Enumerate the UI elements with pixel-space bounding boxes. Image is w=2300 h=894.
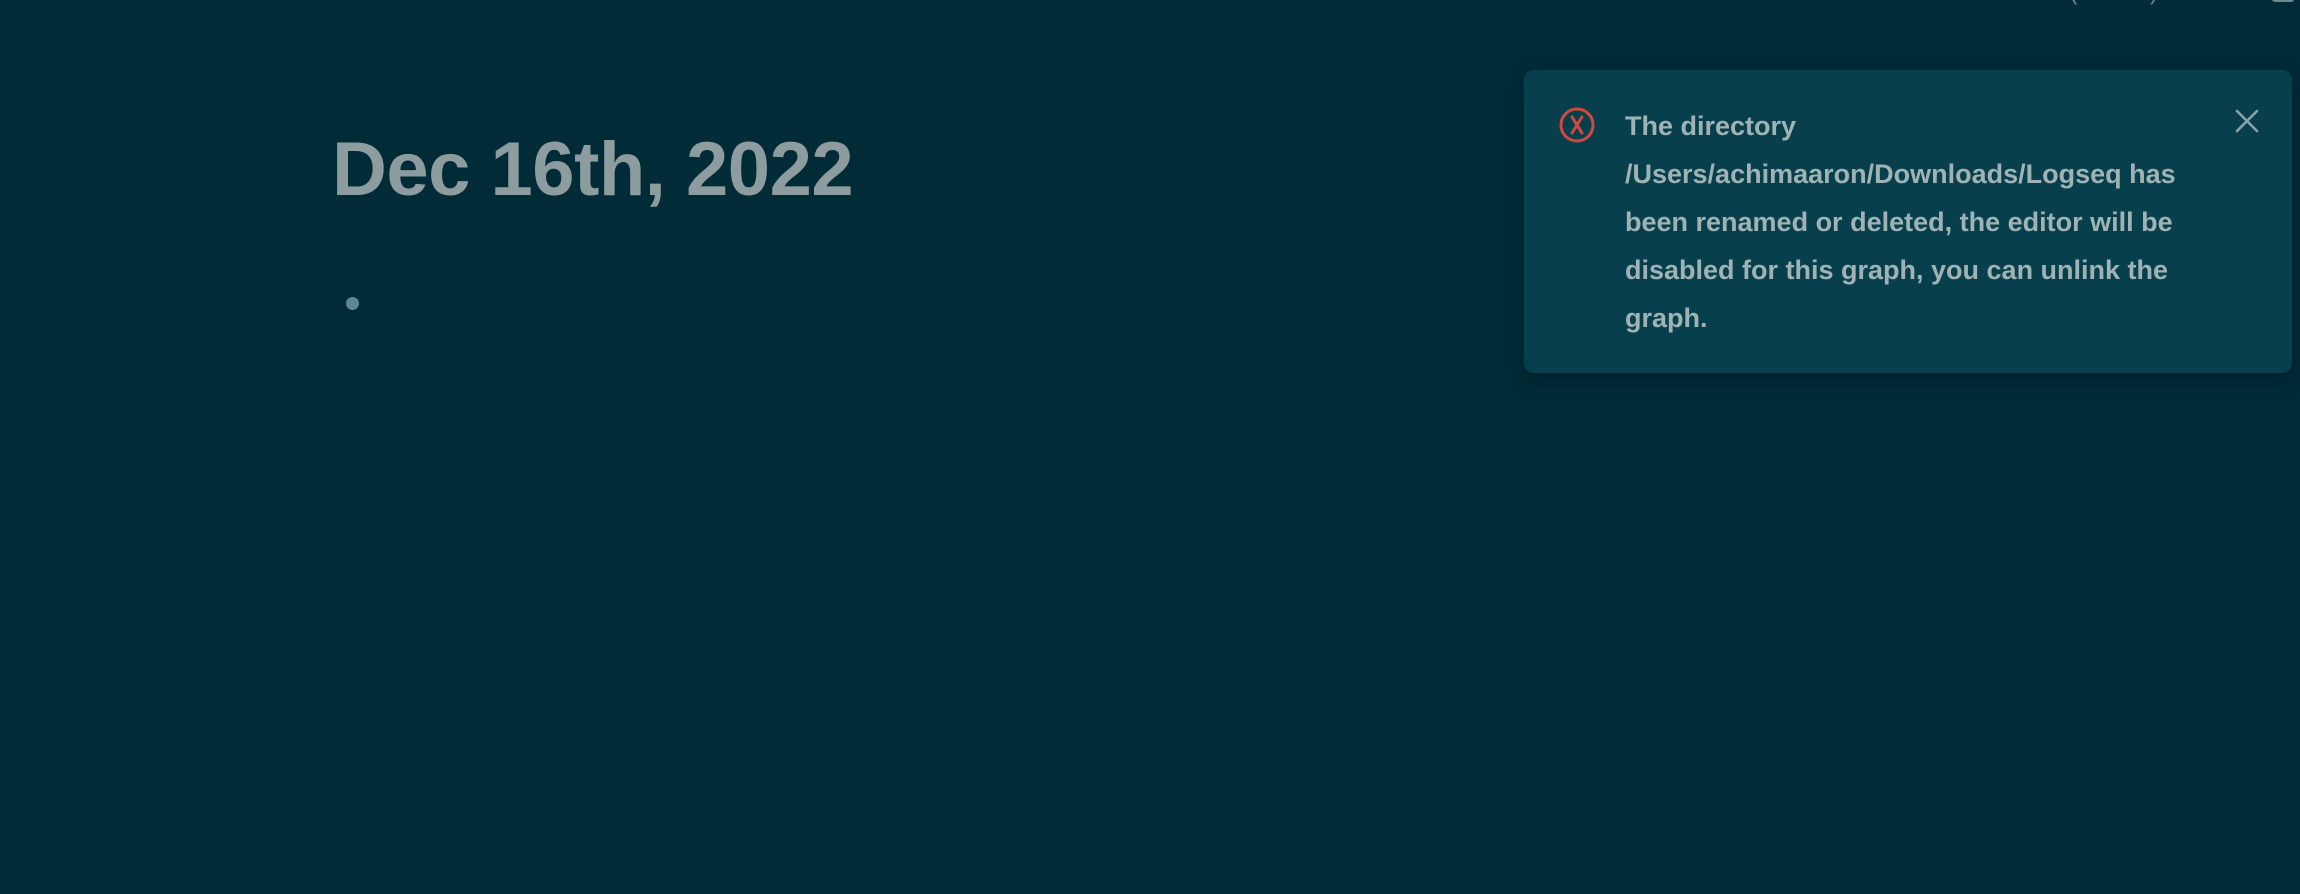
error-circle-icon [1558, 106, 1596, 144]
error-notification: The directory /Users/achimaaron/Download… [1524, 70, 2292, 373]
toolbar-fragment-icon[interactable]: ) [2150, 0, 2157, 6]
toolbar-fragment-icon[interactable]: ( [2070, 0, 2077, 6]
sidebar-toggle-icon[interactable] [2272, 0, 2294, 2]
empty-block[interactable] [336, 288, 376, 318]
top-toolbar-partial: ( ) [2070, 0, 2300, 6]
page-title[interactable]: Dec 16th, 2022 [332, 128, 854, 212]
notification-message: The directory /Users/achimaaron/Download… [1625, 111, 2176, 333]
block-bullet[interactable] [346, 297, 359, 310]
close-icon[interactable] [2230, 104, 2264, 138]
app-window: ( ) Dec 16th, 2022 The directory /Users/… [0, 0, 2300, 894]
